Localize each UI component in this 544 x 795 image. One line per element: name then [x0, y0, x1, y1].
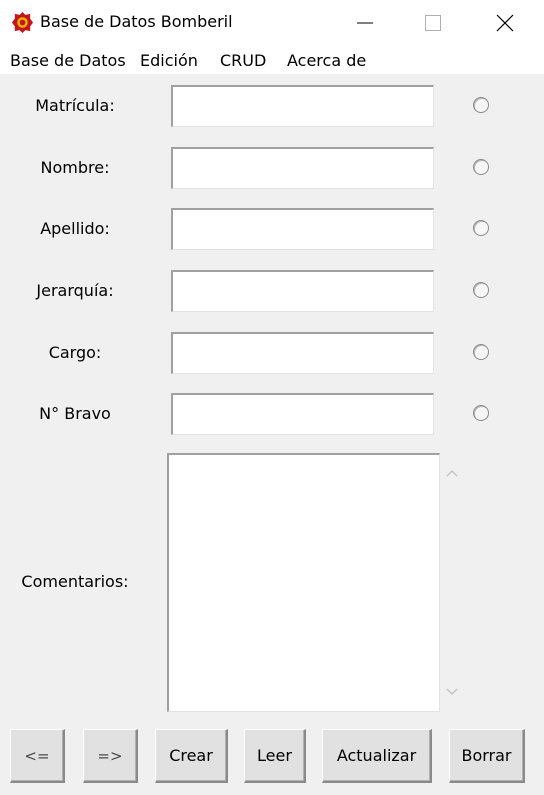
window-title: Base de Datos Bomberil — [40, 12, 233, 31]
nombre-label: Nombre: — [40, 158, 110, 177]
matricula-label: Matrícula: — [35, 96, 115, 115]
menu-acerca-de[interactable]: Acerca de — [287, 51, 366, 70]
jerarquia-label: Jerarquía: — [36, 281, 114, 300]
update-button[interactable]: Actualizar — [322, 729, 432, 783]
cargo-input[interactable] — [171, 332, 434, 374]
nombre-input[interactable] — [171, 147, 434, 189]
close-button[interactable] — [476, 0, 534, 46]
comentarios-scrollbar[interactable] — [441, 453, 463, 712]
menu-base-de-datos[interactable]: Base de Datos — [10, 51, 126, 70]
n-bravo-label: N° Bravo — [39, 404, 111, 423]
nombre-radio[interactable] — [473, 159, 489, 175]
scroll-down-icon[interactable] — [446, 688, 458, 696]
firefighter-emblem-icon — [11, 11, 34, 34]
cargo-radio[interactable] — [473, 344, 489, 360]
menu-edicion[interactable]: Edición — [140, 51, 198, 70]
n-bravo-input[interactable] — [171, 393, 434, 435]
cargo-label: Cargo: — [48, 343, 102, 362]
delete-button[interactable]: Borrar — [449, 729, 525, 783]
jerarquia-radio[interactable] — [473, 282, 489, 298]
n-bravo-radio[interactable] — [473, 405, 489, 421]
close-icon — [496, 14, 514, 32]
minimize-icon — [357, 22, 373, 24]
menu-bar: Base de Datos Edición CRUD Acerca de — [0, 46, 544, 74]
previous-record-button[interactable]: <= — [10, 729, 65, 783]
jerarquia-input[interactable] — [171, 270, 434, 312]
comentarios-textarea[interactable] — [167, 453, 440, 712]
title-bar: Base de Datos Bomberil — [0, 0, 544, 46]
menu-crud[interactable]: CRUD — [220, 51, 266, 70]
apellido-radio[interactable] — [473, 220, 489, 236]
matricula-radio[interactable] — [473, 97, 489, 113]
comentarios-label: Comentarios: — [21, 572, 129, 591]
scroll-up-icon[interactable] — [446, 469, 458, 477]
next-record-button[interactable]: => — [83, 729, 138, 783]
maximize-icon — [425, 15, 441, 31]
apellido-label: Apellido: — [40, 219, 110, 238]
matricula-input[interactable] — [171, 85, 434, 127]
minimize-button[interactable] — [336, 0, 394, 46]
apellido-input[interactable] — [171, 208, 434, 250]
create-button[interactable]: Crear — [155, 729, 228, 783]
maximize-button[interactable] — [404, 0, 462, 46]
read-button[interactable]: Leer — [244, 729, 306, 783]
